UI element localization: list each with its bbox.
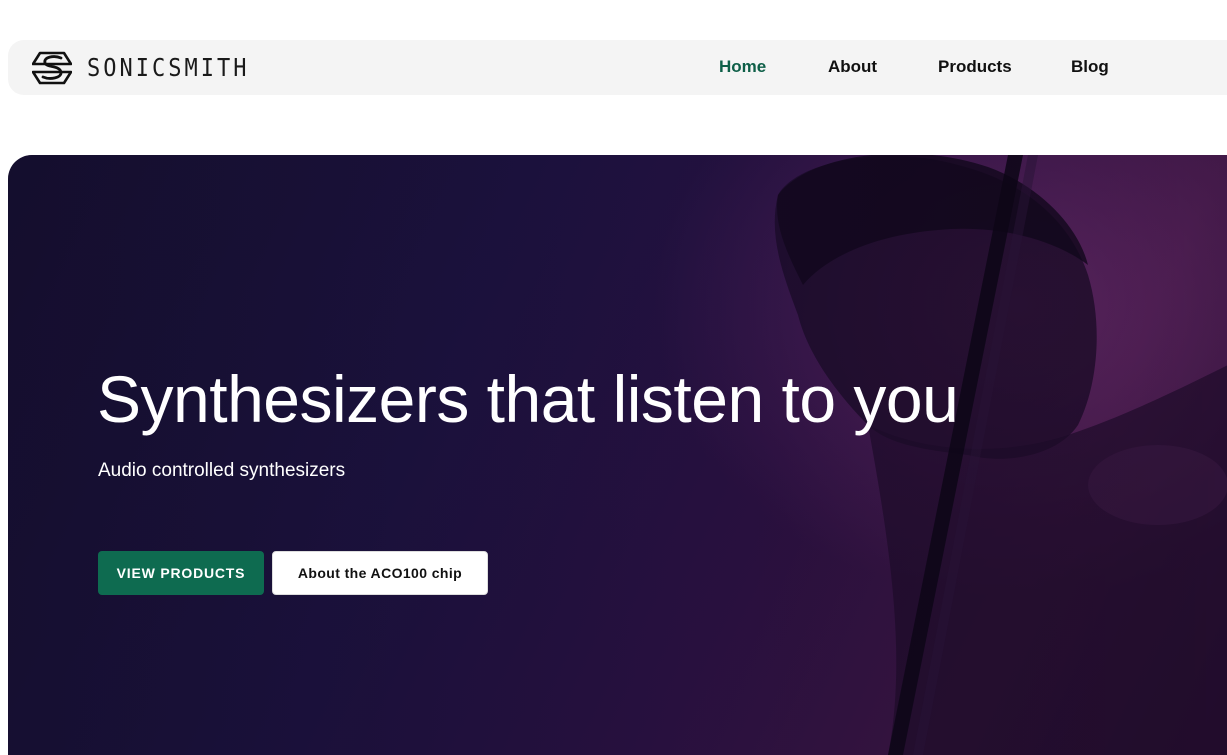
brand-logo-link[interactable]: SONICSMITH: [32, 51, 249, 85]
hero-section: Synthesizers that listen to you Audio co…: [8, 155, 1227, 755]
nav-blog[interactable]: Blog: [1071, 57, 1109, 77]
sonicsmith-logo-icon: [32, 51, 72, 85]
brand-name: SONICSMITH: [87, 53, 250, 83]
site-header: SONICSMITH Home About Products Blog: [8, 40, 1227, 95]
nav-products[interactable]: Products: [938, 57, 1012, 77]
nav-about[interactable]: About: [828, 57, 877, 77]
hero-title: Synthesizers that listen to you: [97, 362, 959, 436]
about-aco100-chip-button[interactable]: About the ACO100 chip: [272, 551, 488, 595]
nav-home[interactable]: Home: [719, 57, 766, 77]
hero-subtitle: Audio controlled synthesizers: [98, 460, 346, 481]
musician-background-image: [8, 155, 1227, 755]
view-products-button[interactable]: VIEW PRODUCTS: [98, 551, 264, 595]
